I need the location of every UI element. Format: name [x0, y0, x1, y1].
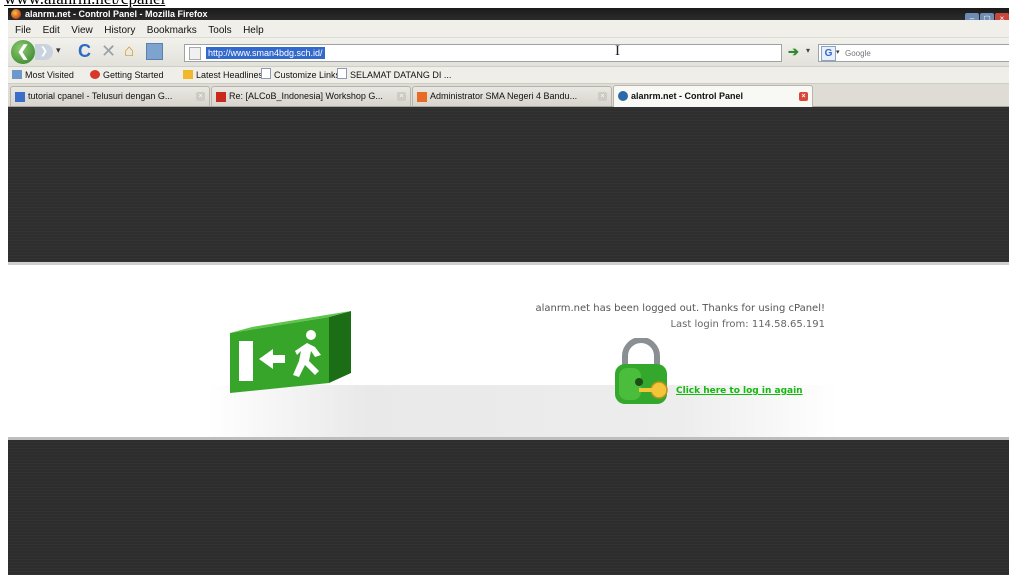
window-title: alanrm.net - Control Panel - Mozilla Fir…	[25, 9, 208, 19]
logout-panel: alanrm.net has been logged out. Thanks f…	[8, 265, 1009, 437]
exit-sign-icon	[230, 311, 351, 393]
rss-feed-icon	[183, 70, 193, 79]
window-controls: – ▢ ×	[964, 8, 1009, 24]
menu-edit[interactable]: Edit	[43, 22, 60, 39]
bookmark-label: Latest Headlines	[196, 70, 264, 80]
bookmark-page-icon[interactable]	[146, 43, 163, 60]
menu-tools[interactable]: Tools	[208, 22, 231, 39]
search-box[interactable]: G ▾	[818, 44, 1009, 62]
tab-label: alanrm.net - Control Panel	[631, 91, 744, 101]
search-engine-dropdown-icon[interactable]: ▾	[836, 48, 840, 56]
back-button[interactable]: ❮	[11, 40, 35, 64]
bookmark-label: Most Visited	[25, 70, 74, 80]
google-icon	[15, 92, 25, 102]
bookmark-selamat-datang[interactable]: SELAMAT DATANG DI ...	[337, 67, 451, 83]
top-caption: www.alanrm.net/cpanel	[0, 0, 1009, 8]
close-tab-icon[interactable]: ×	[799, 92, 808, 101]
bookmark-customize-links[interactable]: Customize Links	[261, 67, 340, 83]
close-tab-icon[interactable]: ×	[598, 92, 607, 101]
caption-text: www.alanrm.net/cpanel	[4, 0, 165, 8]
footer-panel	[8, 440, 1009, 575]
menu-bookmarks[interactable]: Bookmarks	[147, 22, 197, 39]
tab-label: Administrator SMA Negeri 4 Bandu...	[430, 91, 578, 101]
home-icon[interactable]: ⌂	[124, 41, 134, 61]
go-arrow-icon[interactable]: ➔	[788, 44, 799, 60]
tab-administrator-sma[interactable]: Administrator SMA Negeri 4 Bandu... ×	[412, 86, 612, 106]
menu-help[interactable]: Help	[243, 22, 264, 39]
url-dropdown-icon[interactable]: ▾	[806, 46, 810, 55]
getting-started-icon	[90, 70, 100, 79]
bookmark-label: Getting Started	[103, 70, 164, 80]
bookmark-latest-headlines[interactable]: Latest Headlines	[183, 67, 263, 83]
navigation-toolbar: ❮ ❯ ▾ C ✕ ⌂ http://www.sman4bdg.sch.id/ …	[8, 38, 1009, 67]
menu-history[interactable]: History	[104, 22, 135, 39]
tab-bar: tutorial cpanel - Telusuri dengan G... ×…	[8, 84, 1009, 107]
bookmark-getting-started[interactable]: Getting Started	[90, 67, 164, 83]
menu-file[interactable]: File	[15, 22, 31, 39]
login-again-link[interactable]: Click here to log in again	[676, 386, 803, 396]
url-text[interactable]: http://www.sman4bdg.sch.id/	[206, 47, 325, 59]
url-bar[interactable]: http://www.sman4bdg.sch.id/ I	[184, 43, 782, 62]
last-login-text: Last login from: 114.58.65.191	[670, 319, 825, 330]
logout-message: alanrm.net has been logged out. Thanks f…	[535, 303, 825, 314]
page-icon	[337, 68, 347, 79]
joomla-icon	[417, 92, 427, 102]
tab-label: Re: [ALCoB_Indonesia] Workshop G...	[229, 91, 383, 101]
history-dropdown-icon[interactable]: ▾	[56, 45, 61, 56]
most-visited-icon	[12, 70, 22, 79]
padlock-icon	[615, 338, 668, 404]
forward-button[interactable]: ❯	[35, 44, 53, 60]
firefox-icon	[11, 9, 21, 19]
stop-icon[interactable]: ✕	[101, 41, 116, 61]
bookmarks-toolbar: Most Visited Getting Started Latest Head…	[8, 67, 1009, 84]
search-input[interactable]	[845, 45, 1005, 61]
close-tab-icon[interactable]: ×	[196, 92, 205, 101]
menu-bar: File Edit View History Bookmarks Tools H…	[8, 20, 1009, 38]
title-bar: alanrm.net - Control Panel - Mozilla Fir…	[8, 8, 1009, 24]
tab-tutorial-cpanel[interactable]: tutorial cpanel - Telusuri dengan G... ×	[10, 86, 210, 106]
page-icon	[261, 68, 271, 79]
page-content: alanrm.net has been logged out. Thanks f…	[8, 107, 1009, 575]
tab-alcob-workshop[interactable]: Re: [ALCoB_Indonesia] Workshop G... ×	[211, 86, 411, 106]
tab-control-panel[interactable]: alanrm.net - Control Panel ×	[613, 85, 813, 107]
bookmark-most-visited[interactable]: Most Visited	[12, 67, 74, 83]
forward-arrow-icon: ❯	[39, 46, 49, 57]
menu-view[interactable]: View	[71, 22, 93, 39]
browser-window: alanrm.net - Control Panel - Mozilla Fir…	[8, 8, 1009, 575]
back-arrow-icon: ❮	[16, 43, 30, 60]
cpanel-icon	[618, 91, 628, 101]
header-panel	[8, 107, 1009, 262]
bookmark-label: SELAMAT DATANG DI ...	[350, 70, 452, 80]
tab-label: tutorial cpanel - Telusuri dengan G...	[28, 91, 173, 101]
text-cursor-icon: I	[615, 43, 620, 59]
reload-icon[interactable]: C	[78, 41, 91, 61]
yahoo-icon	[216, 92, 226, 102]
bookmark-label: Customize Links	[274, 70, 341, 80]
page-favicon-icon	[189, 47, 201, 60]
search-engine-icon[interactable]: G	[821, 46, 836, 61]
close-tab-icon[interactable]: ×	[397, 92, 406, 101]
